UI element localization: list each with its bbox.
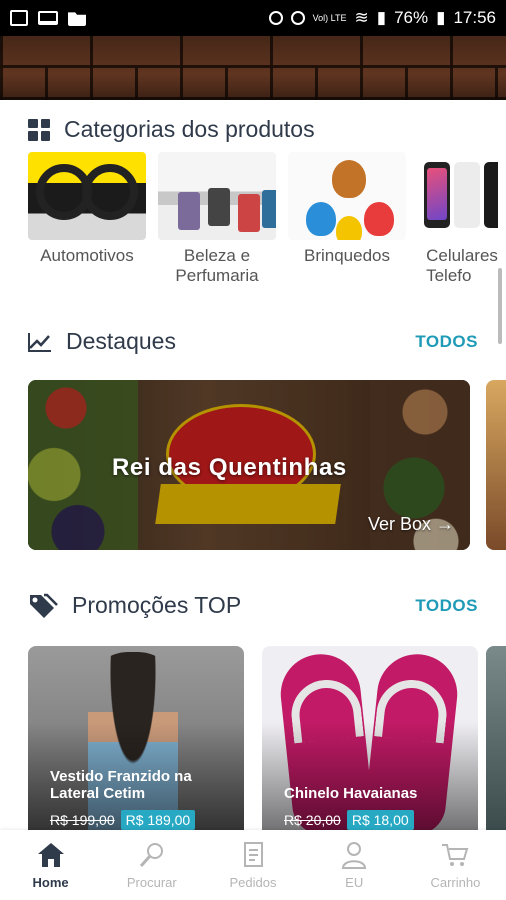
header-shade: [0, 36, 506, 100]
category-celulares[interactable]: Celulares Telefo: [418, 152, 498, 286]
cart-icon: [442, 843, 469, 866]
nav-label: Procurar: [126, 874, 177, 890]
battery-icon: ▮: [436, 8, 446, 27]
featured-header: Destaques TODOS: [28, 328, 478, 355]
alarm-icon: [290, 11, 305, 25]
categories-carousel[interactable]: Automotivos Beleza e Perfumaria Brinquedo…: [28, 152, 498, 286]
promos-title: Promoções TOP: [72, 592, 242, 618]
promo-card[interactable]: Chinelo Havaianas R$ 20,00 R$ 18,00: [262, 646, 478, 836]
nav-cart[interactable]: Carrinho: [405, 830, 506, 900]
category-image: [418, 152, 498, 240]
featured-title: Destaques: [66, 328, 176, 354]
network-label: Vol) LTE: [312, 12, 347, 23]
mute-icon: [268, 11, 283, 25]
old-price: R$ 199,00: [50, 812, 115, 828]
nav-search[interactable]: Procurar: [101, 830, 202, 900]
old-price: R$ 20,00: [284, 812, 341, 828]
status-bar: Vol) LTE ≋ ▮ 76% ▮ 17:56: [0, 0, 506, 36]
nav-orders[interactable]: Pedidos: [202, 830, 303, 900]
product-name: Vestido Franzido na Lateral Cetim: [50, 768, 192, 802]
nav-label: Home: [32, 874, 69, 890]
category-label: Automotivos: [40, 246, 134, 265]
orders-icon: [244, 841, 263, 867]
nav-home[interactable]: Home: [0, 830, 101, 900]
category-label: Beleza e Perfumaria: [175, 246, 259, 285]
category-beleza-perfumaria[interactable]: Beleza e Perfumaria: [158, 152, 276, 286]
promos-see-all-link[interactable]: TODOS: [415, 596, 478, 616]
card-shade: [28, 646, 244, 836]
featured-see-all-link[interactable]: TODOS: [415, 332, 478, 352]
product-name: Chinelo Havaianas: [284, 785, 418, 802]
category-brinquedos[interactable]: Brinquedos: [288, 152, 406, 286]
category-image: [28, 152, 146, 240]
trending-icon: [28, 332, 51, 352]
nav-profile[interactable]: EU: [304, 830, 405, 900]
battery-percent: 76%: [394, 8, 429, 27]
featured-card[interactable]: Rei das Quentinhas Ver Box →: [28, 380, 470, 550]
categories-title: Categorias dos produtos: [64, 116, 315, 142]
categories-header: Categorias dos produtos: [28, 116, 478, 143]
category-label: Celulares Telefo: [426, 246, 498, 285]
price-row: R$ 199,00 R$ 189,00: [50, 810, 196, 830]
new-price-badge: R$ 18,00: [346, 810, 414, 830]
scroll-indicator: [498, 268, 502, 344]
card-shade: [262, 646, 478, 836]
price-row: R$ 20,00 R$ 18,00: [284, 810, 414, 830]
category-automotivos[interactable]: Automotivos: [28, 152, 146, 286]
grid-icon: [28, 118, 50, 141]
promo-card[interactable]: Vestido Franzido na Lateral Cetim R$ 199…: [28, 646, 244, 836]
promo-next-card[interactable]: [486, 646, 506, 836]
category-label: Brinquedos: [303, 246, 390, 265]
promos-header: Promoções TOP TODOS: [28, 592, 478, 619]
folder-notification-icon: [68, 12, 86, 26]
user-icon: [342, 841, 367, 869]
image-notification-icon: [10, 10, 28, 26]
category-image: [158, 152, 276, 240]
category-image: [288, 152, 406, 240]
featured-next-card[interactable]: [486, 380, 506, 550]
nav-label: EU: [345, 874, 364, 890]
nav-label: Pedidos: [229, 874, 277, 890]
home-icon: [37, 842, 64, 867]
nav-label: Carrinho: [430, 874, 481, 890]
tag-icon: [30, 593, 58, 618]
new-price-badge: R$ 189,00: [120, 810, 196, 830]
featured-store-name: Rei das Quentinhas: [112, 454, 347, 481]
search-icon: [139, 842, 163, 867]
laptop-notification-icon: [38, 11, 58, 25]
clock: 17:56: [453, 8, 496, 27]
ver-box-link[interactable]: Ver Box →: [368, 514, 454, 535]
bottom-navigation: Home Procurar Pedidos EU Carrinho: [0, 830, 506, 900]
wifi-icon: ≋: [354, 8, 369, 27]
signal-icon: ▮: [376, 8, 387, 27]
